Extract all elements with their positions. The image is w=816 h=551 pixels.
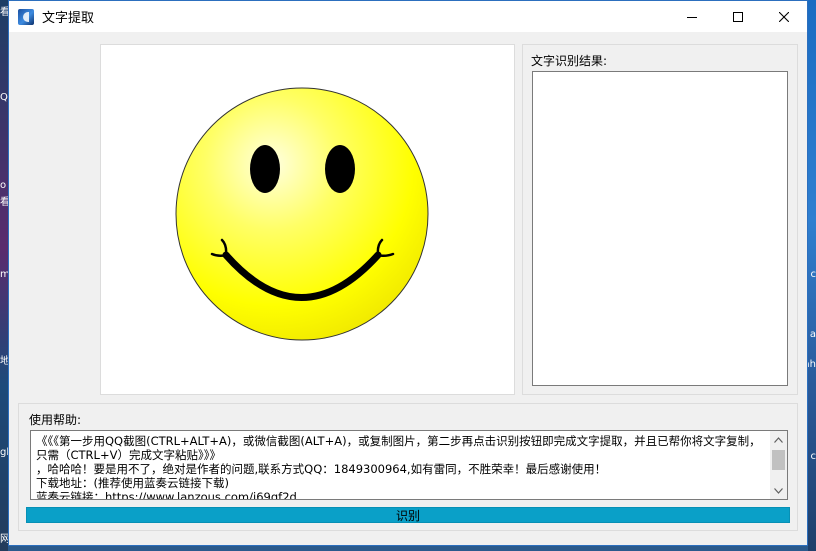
smiley-face-image xyxy=(175,87,429,341)
window-title: 文字提取 xyxy=(42,11,95,26)
desktop-glyph: a xyxy=(809,329,816,340)
minimize-icon xyxy=(687,16,697,18)
app-icon xyxy=(18,8,34,25)
chevron-down-icon xyxy=(774,487,783,494)
scroll-up-button[interactable] xyxy=(770,431,787,448)
help-scrollbar[interactable] xyxy=(770,431,787,499)
scroll-thumb[interactable] xyxy=(772,450,785,470)
result-textarea[interactable] xyxy=(532,71,788,386)
maximize-icon xyxy=(733,11,743,22)
close-button[interactable] xyxy=(761,1,807,32)
close-icon xyxy=(779,11,789,22)
result-group: 文字识别结果: xyxy=(522,44,798,395)
minimize-button[interactable] xyxy=(669,1,715,32)
help-text: 《《《第一步用QQ截图(CTRL+ALT+A)，或微信截图(ALT+A)，或复制… xyxy=(36,434,761,500)
help-label: 使用帮助: xyxy=(29,413,82,427)
app-window: 文字提取 文字识别结果: 使用帮助: 《《《第一步用QQ截图(CTRL+ALT+… xyxy=(8,0,808,546)
recognize-button[interactable]: 识别 xyxy=(26,507,790,523)
title-bar[interactable]: 文字提取 xyxy=(9,1,807,32)
desktop-glyph: o xyxy=(0,180,7,191)
scroll-down-button[interactable] xyxy=(770,482,787,499)
smiley-right-eye xyxy=(325,145,355,193)
image-preview xyxy=(100,44,515,395)
desktop-left-edge: 看 Q o 看 m 地 gl 网 xyxy=(0,0,10,551)
help-textarea[interactable]: 《《《第一步用QQ截图(CTRL+ALT+A)，或微信截图(ALT+A)，或复制… xyxy=(30,430,788,500)
chevron-up-icon xyxy=(774,436,783,443)
desktop-glyph: Q xyxy=(0,92,8,103)
maximize-button[interactable] xyxy=(715,1,761,32)
desktop-glyph: c xyxy=(810,269,816,280)
smiley-left-eye xyxy=(250,145,280,193)
desktop-glyph: c xyxy=(810,451,816,462)
desktop-right-edge: c a ah c xyxy=(804,0,816,551)
result-label: 文字识别结果: xyxy=(531,54,608,68)
smiley-face-circle xyxy=(175,87,429,341)
